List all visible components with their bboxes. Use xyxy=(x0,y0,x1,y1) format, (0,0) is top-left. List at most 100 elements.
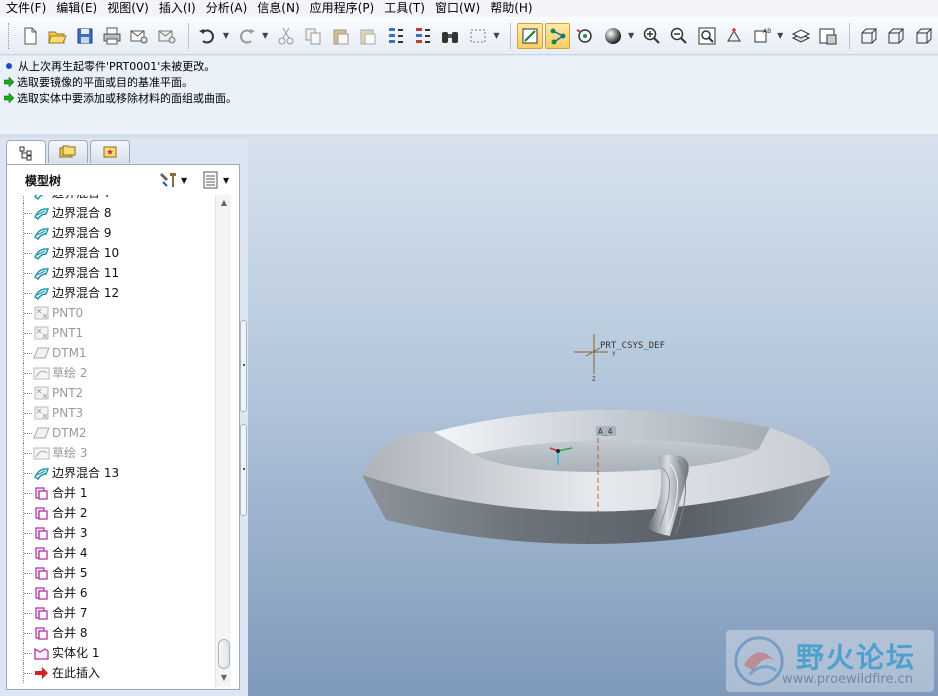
merge-icon xyxy=(35,627,48,640)
tree-show-button[interactable]: ▼ xyxy=(201,169,233,191)
tree-item-merge[interactable]: 合并 6 xyxy=(7,583,213,603)
menu-tools[interactable]: 工具(T) xyxy=(380,0,431,17)
tree-item-merge[interactable]: 合并 8 xyxy=(7,623,213,643)
spin-center-button[interactable] xyxy=(544,22,571,49)
hidden-line-button[interactable] xyxy=(883,23,908,49)
tree-item-insert[interactable]: 在此插入 xyxy=(7,663,213,683)
tree-item-point[interactable]: PNT1 xyxy=(7,323,213,343)
tree-item-merge[interactable]: 合并 1 xyxy=(7,483,213,503)
cut-button[interactable] xyxy=(273,23,298,49)
saved-views-dropdown[interactable]: ▼ xyxy=(776,23,784,49)
tab-folder-browser[interactable] xyxy=(48,140,88,163)
menu-view[interactable]: 视图(V) xyxy=(103,0,155,17)
select-box-dropdown[interactable]: ▼ xyxy=(493,23,501,49)
tree-item-point[interactable]: PNT0 xyxy=(7,303,213,323)
no-hidden-button[interactable] xyxy=(911,23,936,49)
send-link-button[interactable] xyxy=(154,23,179,49)
scroll-thumb[interactable] xyxy=(218,639,230,669)
select-box-button[interactable] xyxy=(465,23,490,49)
tree-item-boundary[interactable]: 边界混合 12 xyxy=(7,283,213,303)
tree-item-boundary[interactable]: 边界混合 13 xyxy=(7,463,213,483)
reorient-button[interactable] xyxy=(721,23,746,49)
regenerate-button[interactable] xyxy=(383,23,408,49)
menu-info[interactable]: 信息(N) xyxy=(253,0,305,17)
toolbar-separator-3 xyxy=(848,22,850,49)
save-button[interactable] xyxy=(72,23,97,49)
tree-item-point[interactable]: PNT2 xyxy=(7,383,213,403)
panel-sash-bottom[interactable] xyxy=(240,424,247,516)
tree-item-label: 边界混合 10 xyxy=(52,246,120,260)
message-area: 从上次再生起零件'PRT0001'未被更改。 选取要镜像的平面或目的基准平面。 … xyxy=(0,56,938,134)
scroll-down-arrow-icon[interactable]: ▼ xyxy=(219,673,229,683)
tree-item-sketch[interactable]: 草绘 2 xyxy=(7,363,213,383)
tree-item-boundary[interactable]: 边界混合 10 xyxy=(7,243,213,263)
tree-item-label: 合并 1 xyxy=(52,486,88,500)
tree-item-sketch[interactable]: 草绘 3 xyxy=(7,443,213,463)
tab-favorites[interactable] xyxy=(90,140,130,163)
open-file-button[interactable] xyxy=(44,23,69,49)
model-tree-scrollbar[interactable]: ▲ ▼ xyxy=(215,195,231,687)
new-file-button[interactable] xyxy=(17,23,42,49)
tree-item-label: 合并 4 xyxy=(52,546,88,560)
panel-sash-top[interactable] xyxy=(240,320,247,412)
layers-button[interactable] xyxy=(788,23,813,49)
tree-item-merge[interactable]: 合并 2 xyxy=(7,503,213,523)
send-mail-button[interactable] xyxy=(127,23,152,49)
menu-edit[interactable]: 编辑(E) xyxy=(52,0,103,17)
tree-item-plane[interactable]: DTM2 xyxy=(7,423,213,443)
tree-item-boundary[interactable]: 边界混合 9 xyxy=(7,223,213,243)
toolbar-grip[interactable] xyxy=(8,22,11,49)
redo-dropdown[interactable]: ▼ xyxy=(261,23,269,49)
undo-icon xyxy=(199,28,215,43)
wireframe-button[interactable] xyxy=(856,23,881,49)
zoom-in-button[interactable] xyxy=(639,23,664,49)
paste-button[interactable] xyxy=(328,23,353,49)
tree-item-merge[interactable]: 合并 4 xyxy=(7,543,213,563)
zoom-out-button[interactable] xyxy=(666,23,691,49)
scroll-up-arrow-icon[interactable]: ▲ xyxy=(219,198,229,208)
refit-button[interactable] xyxy=(694,23,719,49)
menu-analysis[interactable]: 分析(A) xyxy=(202,0,254,17)
regen-manager-button[interactable] xyxy=(410,23,435,49)
graphics-viewport[interactable]: A_4 PRT_CSYS_DEF Y Z 野火论坛 www.proewildfi… xyxy=(248,138,938,696)
tree-item-merge[interactable]: 合并 7 xyxy=(7,603,213,623)
undo-dropdown[interactable]: ▼ xyxy=(222,23,230,49)
paste-icon xyxy=(333,29,349,44)
redo-button[interactable] xyxy=(234,23,259,49)
menu-applications[interactable]: 应用程序(P) xyxy=(306,0,381,17)
paste-special-button[interactable] xyxy=(355,23,380,49)
model-tree-icon xyxy=(19,146,32,161)
tree-branch-line xyxy=(23,283,33,303)
datum-plane-icon xyxy=(33,427,50,439)
tree-item-boundary[interactable]: 边界混合 8 xyxy=(7,203,213,223)
tab-model-tree[interactable] xyxy=(6,140,46,165)
tree-item-merge[interactable]: 合并 5 xyxy=(7,563,213,583)
menu-insert[interactable]: 插入(I) xyxy=(155,0,202,17)
paste-special-icon xyxy=(360,29,376,44)
display-style-button[interactable] xyxy=(600,23,625,49)
view-manager-button[interactable] xyxy=(816,23,841,49)
tree-item-solidify[interactable]: 实体化 1 xyxy=(7,643,213,663)
menu-help[interactable]: 帮助(H) xyxy=(486,0,538,17)
copy-button[interactable] xyxy=(301,23,326,49)
menu-file[interactable]: 文件(F) xyxy=(2,0,52,17)
selection-box-icon xyxy=(470,29,486,42)
search-tool-button[interactable] xyxy=(438,23,463,49)
tree-item-boundary[interactable]: 边界混合 7 xyxy=(7,195,213,203)
print-button[interactable] xyxy=(99,23,124,49)
undo-button[interactable] xyxy=(195,23,220,49)
tree-item-point[interactable]: PNT3 xyxy=(7,403,213,423)
repaint-button[interactable] xyxy=(517,22,543,49)
display-style-dropdown[interactable]: ▼ xyxy=(627,23,635,49)
tree-item-plane[interactable]: DTM1 xyxy=(7,343,213,363)
tree-branch-line xyxy=(23,603,33,623)
saved-views-button[interactable]: AB xyxy=(749,23,774,49)
orient-mode-button[interactable] xyxy=(572,23,597,49)
tree-item-label: PNT0 xyxy=(52,306,84,320)
menu-window[interactable]: 窗口(W) xyxy=(431,0,486,17)
tree-item-label: 草绘 3 xyxy=(52,446,88,460)
tree-item-merge[interactable]: 合并 3 xyxy=(7,523,213,543)
tree-settings-button[interactable]: ▼ xyxy=(159,169,191,191)
boundary-blend-icon xyxy=(34,288,49,300)
tree-item-boundary[interactable]: 边界混合 11 xyxy=(7,263,213,283)
